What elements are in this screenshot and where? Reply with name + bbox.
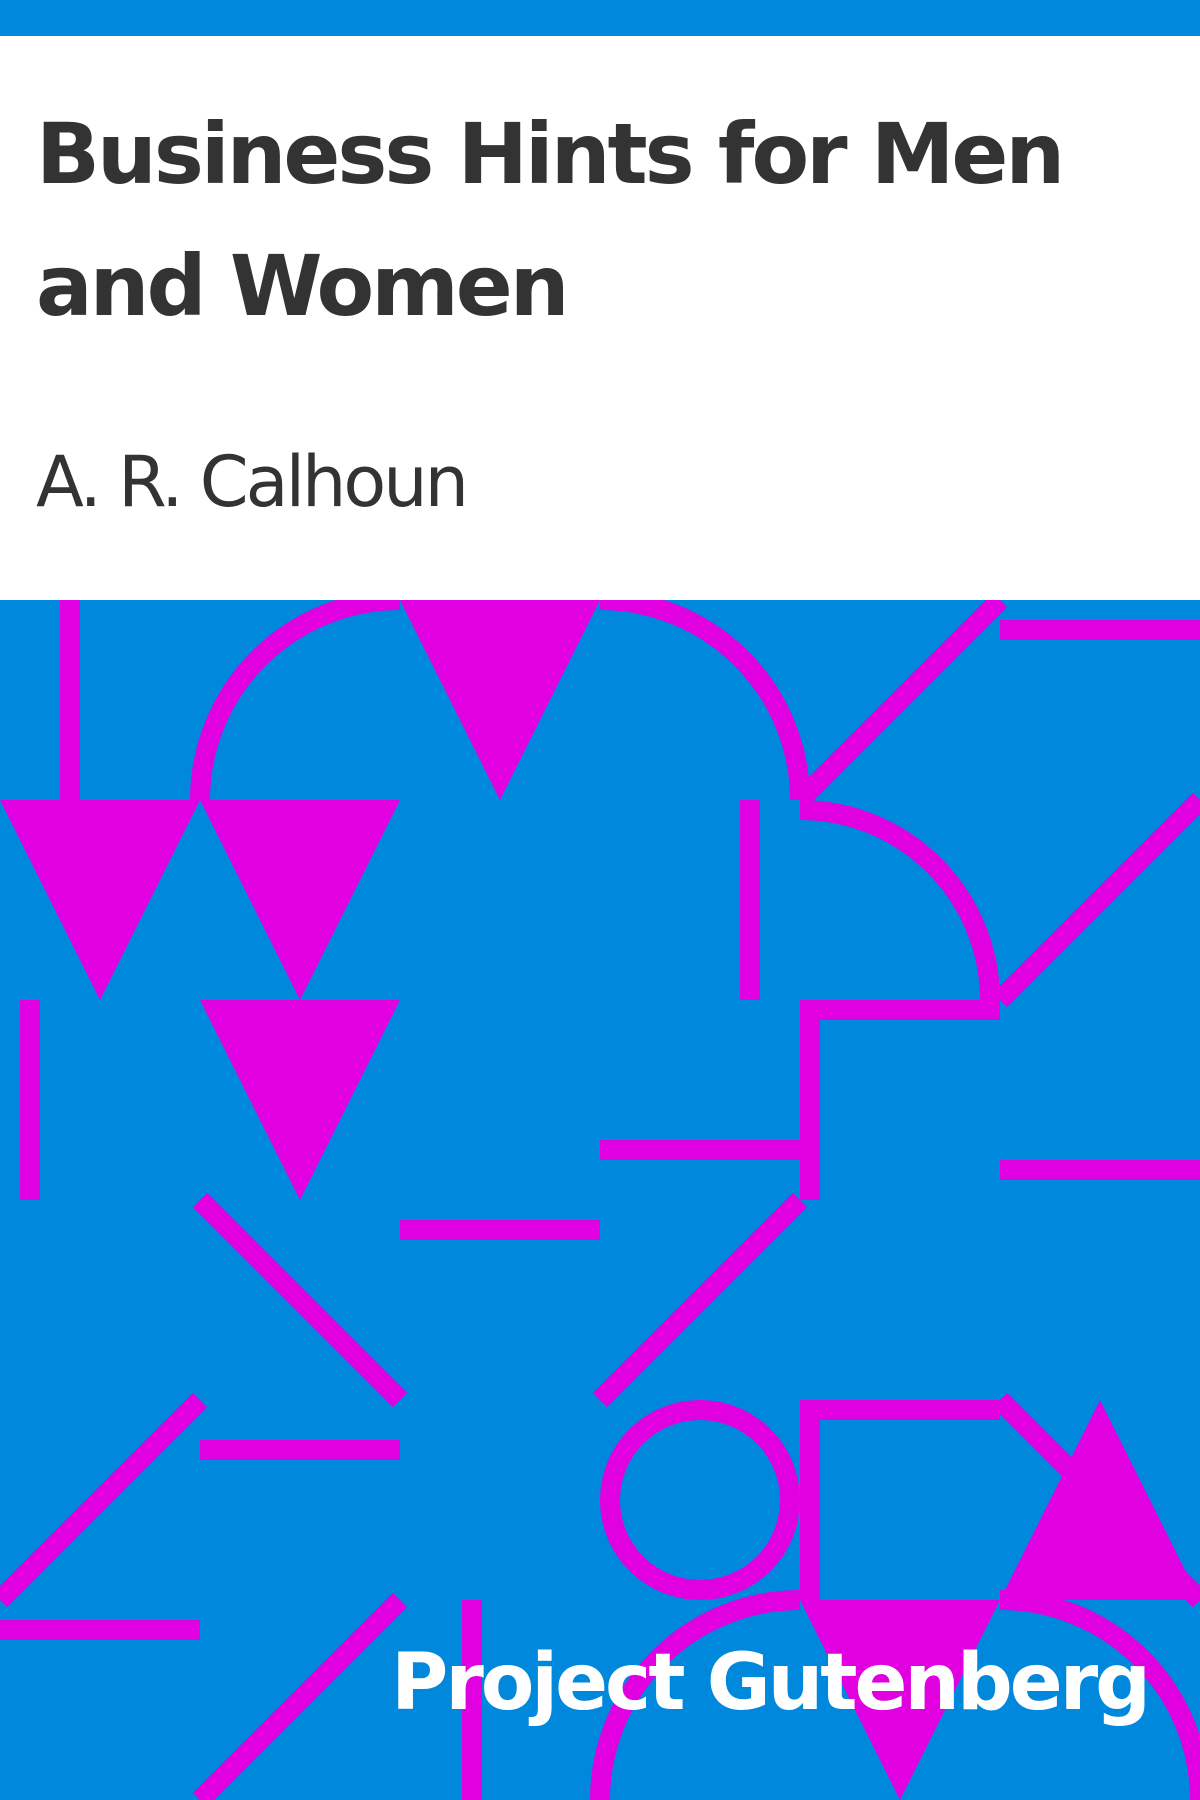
geometric-pattern [0,600,1200,1800]
publisher-wordmark: Project Gutenberg [391,1638,1151,1728]
top-accent-bar [0,0,1200,36]
book-title: Business Hints for Men and Women [36,105,1065,335]
book-cover: Business Hints for Men and Women A. R. C… [0,0,1200,1800]
book-author: A. R. Calhoun [36,441,469,523]
